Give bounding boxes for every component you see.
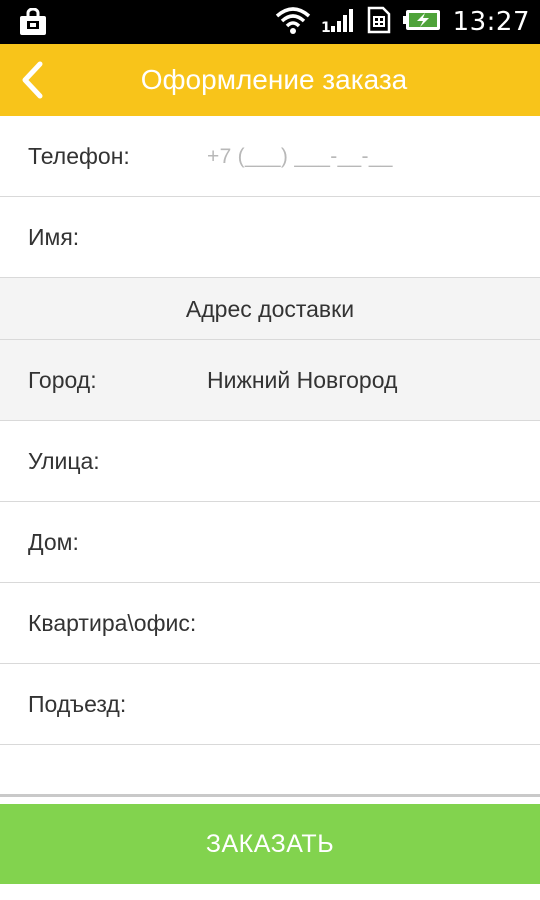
name-label: Имя: xyxy=(28,224,80,250)
svg-text:1: 1 xyxy=(321,20,331,34)
entrance-input[interactable] xyxy=(200,680,520,728)
house-label: Дом: xyxy=(28,529,79,555)
entrance-row[interactable]: Подъезд: xyxy=(0,664,540,745)
apartment-input[interactable] xyxy=(240,599,520,647)
back-button[interactable] xyxy=(8,52,56,108)
page-title: Оформление заказа xyxy=(140,64,408,95)
signal-icon: 1 xyxy=(321,6,355,39)
house-input[interactable] xyxy=(200,518,520,566)
phone-label: Телефон: xyxy=(28,143,130,169)
city-value[interactable]: Нижний Новгород xyxy=(207,340,397,421)
phone-row[interactable]: Телефон: +7 (___) ___-__-__ xyxy=(0,116,540,197)
sim-icon xyxy=(365,6,393,39)
apartment-row[interactable]: Квартира\офис: xyxy=(0,583,540,664)
clock: 13:27 xyxy=(452,7,530,37)
chevron-left-icon xyxy=(22,61,43,99)
battery-charging-icon xyxy=(402,8,443,37)
bottom-strip xyxy=(0,884,540,900)
wifi-icon xyxy=(275,6,311,39)
name-row[interactable]: Имя: xyxy=(0,197,540,278)
entrance-label: Подъезд: xyxy=(28,691,127,717)
order-button[interactable]: ЗАКАЗАТЬ xyxy=(0,804,540,884)
phone-input[interactable]: +7 (___) ___-__-__ xyxy=(207,116,393,197)
status-bar: 1 13:27 xyxy=(0,0,540,44)
name-input[interactable] xyxy=(200,213,520,261)
house-row[interactable]: Дом: xyxy=(0,502,540,583)
city-row[interactable]: Город: Нижний Новгород xyxy=(0,340,540,421)
city-label: Город: xyxy=(28,367,97,393)
order-form: Телефон: +7 (___) ___-__-__ Имя: Адрес д… xyxy=(0,116,540,745)
bottom-divider xyxy=(0,794,540,797)
apartment-label: Квартира\офис: xyxy=(28,610,197,636)
delivery-address-header: Адрес доставки xyxy=(0,278,540,340)
street-row[interactable]: Улица: xyxy=(0,421,540,502)
street-label: Улица: xyxy=(28,448,100,474)
shopping-bag-icon xyxy=(18,7,48,36)
app-bar: Оформление заказа xyxy=(0,44,540,116)
street-input[interactable] xyxy=(200,437,520,485)
